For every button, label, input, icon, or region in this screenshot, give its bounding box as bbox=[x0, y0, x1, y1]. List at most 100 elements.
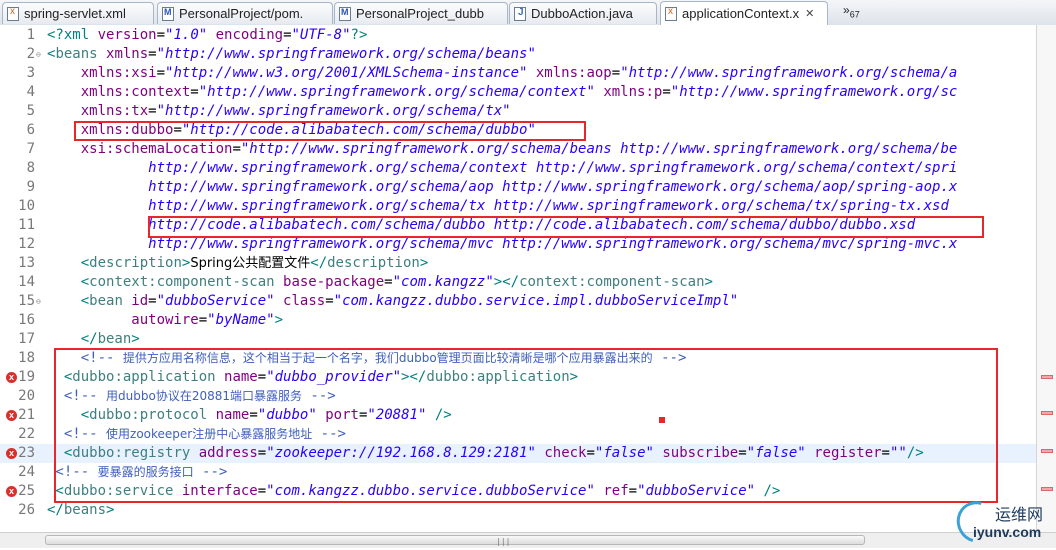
line-number: 16 bbox=[18, 312, 35, 328]
code-line: 7 xsi:schemaLocation="http://www.springf… bbox=[0, 140, 1036, 159]
code-line: 15 ⊖ <bean id="dubboService" class="com.… bbox=[0, 292, 1036, 311]
line-number: 7 bbox=[26, 141, 35, 157]
line-number: 19 bbox=[18, 369, 35, 385]
code-line: 1 <?xml version="1.0" encoding="UTF-8"?> bbox=[0, 26, 1036, 45]
code-line: x 21 <dubbo:protocol name="dubbo" port="… bbox=[0, 406, 1036, 425]
code-comment: <!-- 使用zookeeper注册中心暴露服务地址 --> bbox=[47, 426, 346, 442]
tab-applicationcontext-xml[interactable]: applicationContext.x ✕ bbox=[660, 1, 828, 25]
code-text: </bean> bbox=[47, 331, 140, 347]
line-number: 3 bbox=[26, 65, 35, 81]
code-text: <context:component-scan base-package="co… bbox=[47, 274, 713, 290]
code-text: http://code.alibabatech.com/schema/dubbo… bbox=[47, 217, 916, 233]
code-comment: <!-- 要暴露的服务接口 --> bbox=[47, 464, 228, 480]
code-text: xmlns:tx="http://www.springframework.org… bbox=[47, 103, 511, 119]
code-text: <beans xmlns="http://www.springframework… bbox=[47, 46, 536, 62]
red-marker bbox=[659, 417, 665, 423]
code-text: <dubbo:service interface="com.kangzz.dub… bbox=[47, 483, 781, 499]
code-line: 6 xmlns:dubbo="http://code.alibabatech.c… bbox=[0, 121, 1036, 140]
code-line: 9 http://www.springframework.org/schema/… bbox=[0, 178, 1036, 197]
code-line: 4 xmlns:context="http://www.springframew… bbox=[0, 83, 1036, 102]
line-number: 11 bbox=[18, 217, 35, 233]
code-text: <description>Spring公共配置文件</description> bbox=[47, 255, 429, 271]
xml-file-icon bbox=[7, 6, 19, 21]
xml-editor[interactable]: 1 <?xml version="1.0" encoding="UTF-8"?>… bbox=[0, 25, 1036, 532]
line-number: 4 bbox=[26, 84, 35, 100]
code-line: 18 <!-- 提供方应用名称信息，这个相当于起一个名字，我们dubbo管理页面… bbox=[0, 349, 1036, 368]
code-line: 16 autowire="byName"> bbox=[0, 311, 1036, 330]
code-line: 17 </bean> bbox=[0, 330, 1036, 349]
tab-dubboaction-java[interactable]: DubboAction.java bbox=[509, 2, 657, 24]
fold-icon[interactable]: ⊖ bbox=[36, 45, 41, 64]
fold-icon[interactable]: ⊖ bbox=[36, 292, 41, 311]
line-number: 14 bbox=[18, 274, 35, 290]
tab-label: DubboAction.java bbox=[531, 6, 633, 21]
error-marker[interactable] bbox=[1041, 375, 1053, 379]
code-text: autowire="byName"> bbox=[47, 312, 284, 328]
tab-personalproject-pom[interactable]: PersonalProject/pom. bbox=[157, 2, 333, 24]
error-marker[interactable] bbox=[1041, 487, 1053, 491]
code-text: <?xml version="1.0" encoding="UTF-8"?> bbox=[47, 27, 368, 43]
watermark-text: 运维网 bbox=[995, 505, 1044, 524]
tab-label: PersonalProject/pom. bbox=[179, 6, 304, 21]
code-text: http://www.springframework.org/schema/tx… bbox=[47, 198, 949, 214]
error-marker[interactable] bbox=[1041, 449, 1053, 453]
code-text: xmlns:context="http://www.springframewor… bbox=[47, 84, 958, 100]
tab-label: spring-servlet.xml bbox=[24, 6, 126, 21]
grip-icon: ||| bbox=[496, 537, 511, 546]
tab-overflow-button[interactable]: »67 bbox=[843, 3, 860, 19]
line-number: 6 bbox=[26, 122, 35, 138]
code-line: 11 http://code.alibabatech.com/schema/du… bbox=[0, 216, 1036, 235]
overview-ruler[interactable] bbox=[1036, 25, 1056, 532]
close-icon[interactable]: ✕ bbox=[805, 7, 814, 20]
watermark-logo: 运维网 iyunv.com bbox=[949, 493, 1055, 550]
code-text: http://www.springframework.org/schema/ao… bbox=[47, 179, 958, 195]
horizontal-scrollbar[interactable]: ||| bbox=[0, 532, 1056, 548]
line-number: 8 bbox=[26, 160, 35, 176]
line-number: 24 bbox=[18, 464, 35, 480]
code-line: 22 <!-- 使用zookeeper注册中心暴露服务地址 --> bbox=[0, 425, 1036, 444]
maven-file-icon bbox=[339, 6, 351, 21]
java-file-icon bbox=[514, 6, 526, 21]
line-number: 13 bbox=[18, 255, 35, 271]
code-line: 10 http://www.springframework.org/schema… bbox=[0, 197, 1036, 216]
code-line: 26 </beans> bbox=[0, 501, 1036, 520]
line-number: 9 bbox=[26, 179, 35, 195]
watermark-url: iyunv.com bbox=[973, 524, 1042, 540]
xml-file-icon bbox=[665, 6, 677, 21]
error-marker[interactable] bbox=[1041, 411, 1053, 415]
code-text: </beans> bbox=[47, 502, 115, 518]
code-text: xmlns:xsi="http://www.w3.org/2001/XMLSch… bbox=[47, 65, 958, 81]
line-number: 21 bbox=[18, 407, 35, 423]
code-text: <bean id="dubboService" class="com.kangz… bbox=[47, 293, 739, 309]
code-line: x 19 <dubbo:application name="dubbo_prov… bbox=[0, 368, 1036, 387]
line-number: 5 bbox=[26, 103, 35, 119]
line-number: 2 bbox=[26, 46, 35, 62]
maven-file-icon bbox=[162, 6, 174, 21]
line-number: 17 bbox=[18, 331, 35, 347]
code-line: x 25 <dubbo:service interface="com.kangz… bbox=[0, 482, 1036, 501]
line-number: 15 bbox=[18, 293, 35, 309]
code-line: 12 http://www.springframework.org/schema… bbox=[0, 235, 1036, 254]
scrollbar-thumb[interactable]: ||| bbox=[45, 535, 865, 546]
tab-personalproject-dubbo[interactable]: PersonalProject_dubb bbox=[334, 2, 508, 24]
code-text: http://www.springframework.org/schema/mv… bbox=[47, 236, 958, 252]
line-number: 22 bbox=[18, 426, 35, 442]
line-number: 20 bbox=[18, 388, 35, 404]
chevron-double-right-icon: » bbox=[843, 3, 850, 17]
code-text: <dubbo:protocol name="dubbo" port="20881… bbox=[47, 407, 452, 423]
line-number: 18 bbox=[18, 350, 35, 366]
current-code-line: x 23 <dubbo:registry address="zookeeper:… bbox=[0, 444, 1036, 463]
code-comment: <!-- 用dubbo协议在20881端口暴露服务 --> bbox=[47, 388, 336, 404]
tab-spring-servlet-xml[interactable]: spring-servlet.xml bbox=[2, 2, 154, 24]
line-number: 26 bbox=[18, 502, 35, 518]
code-line: 20 <!-- 用dubbo协议在20881端口暴露服务 --> bbox=[0, 387, 1036, 406]
line-number: 25 bbox=[18, 483, 35, 499]
line-number: 12 bbox=[18, 236, 35, 252]
hidden-tab-count: 67 bbox=[849, 9, 860, 20]
line-number: 1 bbox=[26, 27, 35, 43]
line-number: 10 bbox=[18, 198, 35, 214]
code-line: 13 <description>Spring公共配置文件</descriptio… bbox=[0, 254, 1036, 273]
code-text: http://www.springframework.org/schema/co… bbox=[47, 160, 958, 176]
code-line: 14 <context:component-scan base-package=… bbox=[0, 273, 1036, 292]
code-line: 5 xmlns:tx="http://www.springframework.o… bbox=[0, 102, 1036, 121]
